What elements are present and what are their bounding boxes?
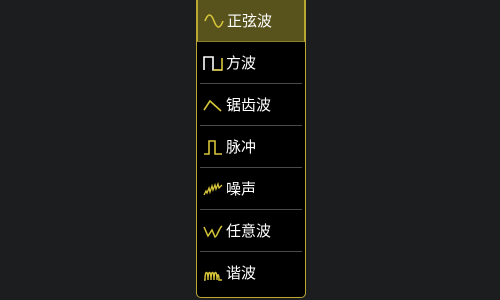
menu-item-sawtooth[interactable]: 锯齿波 [197, 84, 305, 126]
menu-item-square[interactable]: 方波 [197, 42, 305, 84]
menu-item-label: 任意波 [226, 222, 272, 240]
screen: 正弦波 方波 锯齿波 脉冲 噪声 任意波 谐波 [0, 0, 500, 300]
square-wave-icon [203, 54, 223, 72]
menu-item-label: 脉冲 [226, 138, 257, 156]
menu-item-label: 谐波 [226, 264, 257, 282]
menu-item-label: 噪声 [226, 180, 257, 198]
sine-wave-icon [204, 12, 224, 30]
sawtooth-wave-icon [203, 96, 223, 114]
menu-item-label: 方波 [226, 54, 257, 72]
menu-item-pulse[interactable]: 脉冲 [197, 126, 305, 168]
menu-item-noise[interactable]: 噪声 [197, 168, 305, 210]
harmonic-wave-icon [203, 264, 223, 282]
arbitrary-wave-icon [203, 222, 223, 240]
menu-item-label: 正弦波 [227, 12, 273, 30]
noise-wave-icon [203, 180, 223, 198]
menu-item-arbitrary[interactable]: 任意波 [197, 210, 305, 252]
menu-item-harmonic[interactable]: 谐波 [197, 252, 305, 294]
pulse-wave-icon [203, 138, 223, 156]
menu-item-sine[interactable]: 正弦波 [197, 0, 305, 42]
menu-item-label: 锯齿波 [226, 96, 272, 114]
waveform-menu: 正弦波 方波 锯齿波 脉冲 噪声 任意波 谐波 [196, 0, 306, 298]
